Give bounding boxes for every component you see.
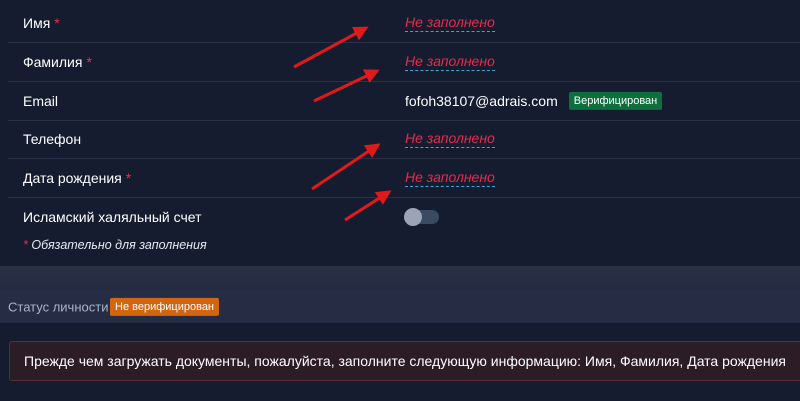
required-star: * [125,170,132,186]
field-row-islamic-account: Исламский халяльный счет [8,198,800,236]
alert-text: Прежде чем загружать документы, пожалуйс… [24,353,786,369]
field-row-email: Email fofoh38107@adrais.com Верифицирован [8,82,800,121]
required-note: * Обязательно для заполнения [23,238,207,252]
verified-badge: Верифицирован [568,91,663,110]
field-label: Телефон [23,131,82,147]
field-label: Дата рождения * [23,170,132,186]
alert-message: Прежде чем загружать документы, пожалуйс… [9,341,800,381]
field-row-last-name: Фамилия * Не заполнено [8,43,800,82]
identity-status-bar: Статус личности Не верифицирован [0,290,800,323]
field-row-phone: Телефон Не заполнено [8,120,800,159]
email-value: fofoh38107@adrais.com [405,92,558,109]
phone-empty-value[interactable]: Не заполнено [405,130,495,148]
unverified-badge: Не верифицирован [110,297,220,316]
last-name-empty-value[interactable]: Не заполнено [405,53,495,71]
required-star: * [86,54,92,70]
field-label: Имя * [23,15,60,31]
required-star: * [54,15,60,31]
first-name-empty-value[interactable]: Не заполнено [405,14,495,32]
toggle-knob [404,208,422,226]
birth-date-empty-value[interactable]: Не заполнено [405,169,495,187]
field-row-birth-date: Дата рождения * Не заполнено [8,159,800,198]
islamic-account-toggle[interactable] [404,208,439,226]
profile-form: Имя * Не заполнено Фамилия * Не заполнено … [0,0,800,266]
field-row-first-name: Имя * Не заполнено [8,4,800,43]
field-label: Email [23,93,59,109]
field-label: Фамилия * [23,54,92,70]
field-label: Исламский халяльный счет [23,209,202,225]
section-divider-band [0,266,800,290]
identity-status-label: Статус личности [8,299,109,314]
